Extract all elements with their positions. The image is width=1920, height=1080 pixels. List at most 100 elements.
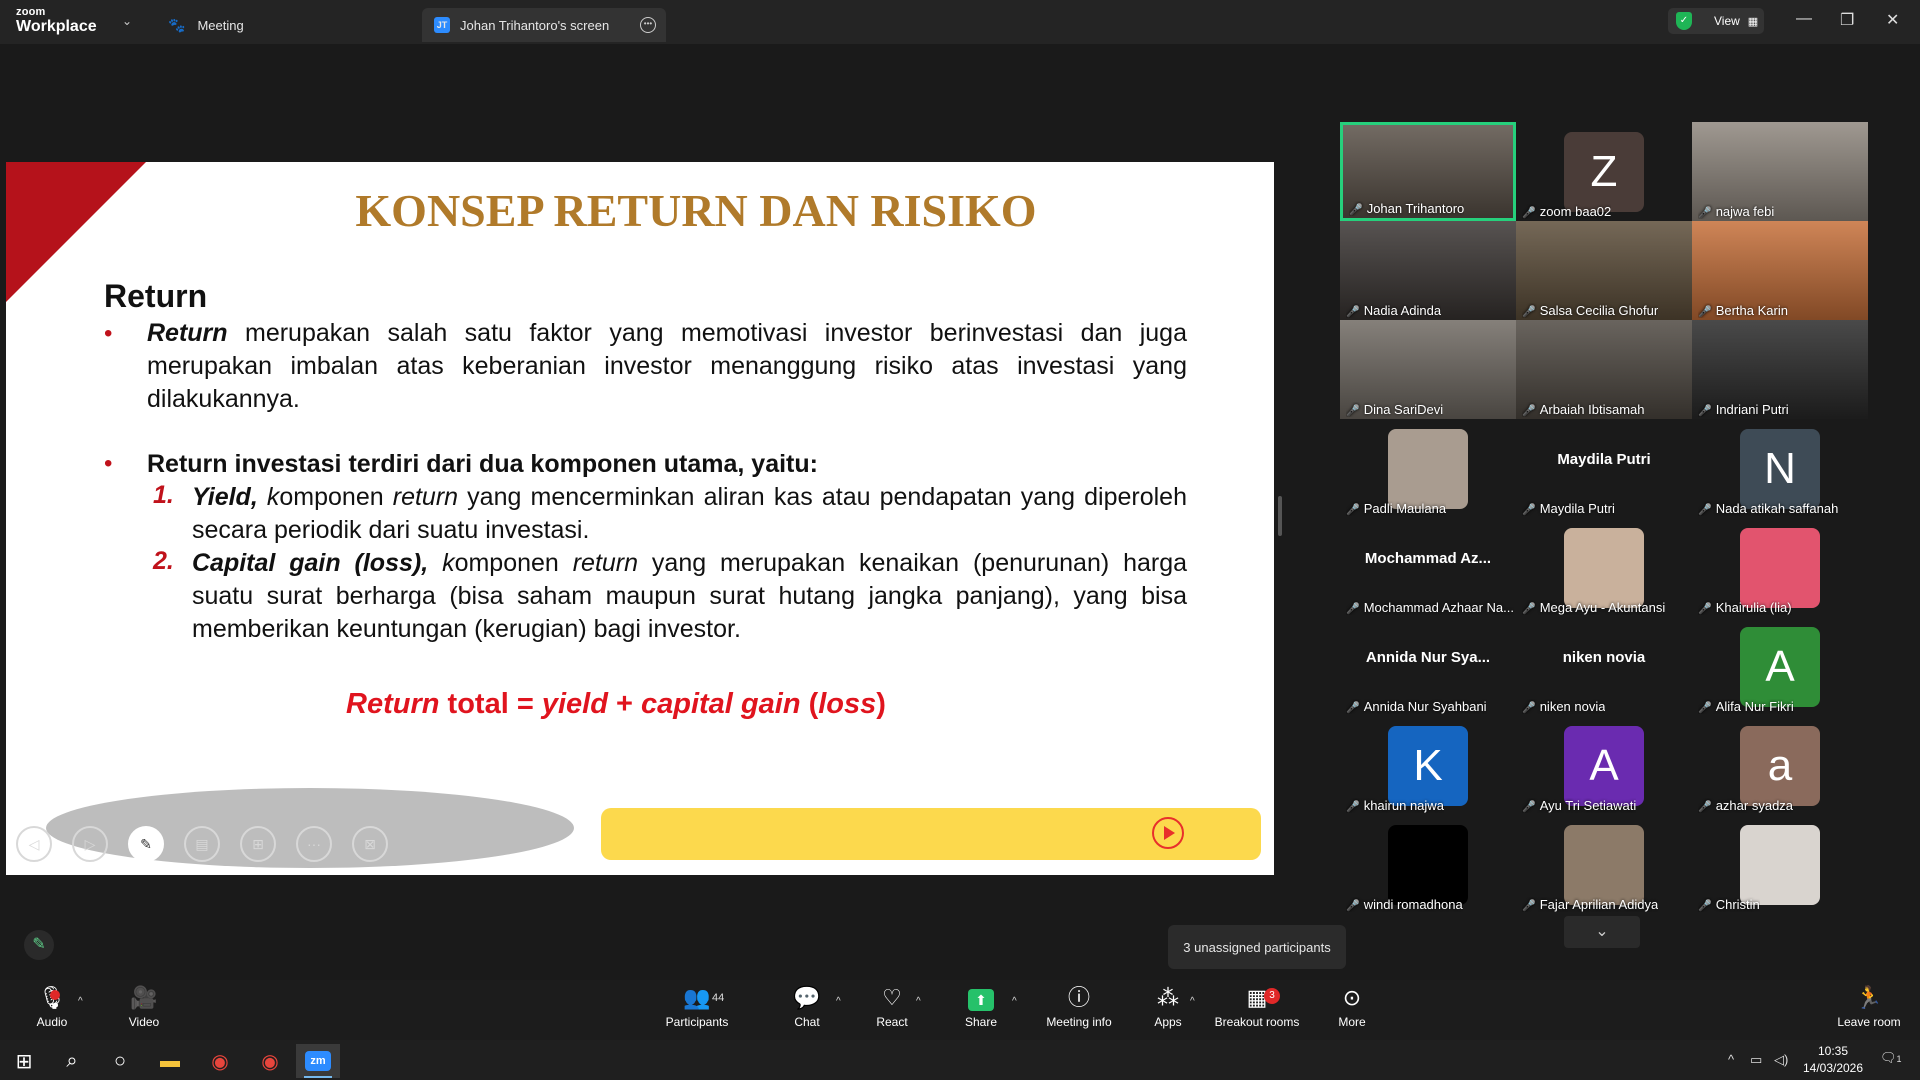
close-icon[interactable]: ✕	[1886, 10, 1899, 30]
participant-name-label: 🎤 niken novia	[1522, 699, 1605, 714]
network-icon[interactable]: ▭	[1750, 1052, 1762, 1068]
chat-button[interactable]: 💬 Chat	[788, 980, 826, 1040]
search-icon[interactable]: ⌕	[50, 1044, 94, 1078]
participant-tile[interactable]: A 🎤 Ayu Tri Setiawati	[1516, 716, 1692, 815]
chevron-down-icon[interactable]: ⌄	[122, 14, 132, 28]
participant-tile[interactable]: A 🎤 Alifa Nur Fikri	[1692, 617, 1868, 716]
apps-label: Apps	[1154, 1015, 1182, 1029]
item-number: 1.	[153, 481, 174, 509]
participant-tile[interactable]: 🎤 Khairulia (lia)	[1692, 518, 1868, 617]
more-options-icon[interactable]: •••	[640, 17, 656, 33]
participant-tile[interactable]: 🎤 windi romadhona	[1340, 815, 1516, 914]
participant-photo	[1388, 825, 1468, 905]
participant-tile[interactable]: Annida Nur Sya... 🎤 Annida Nur Syahbani	[1340, 617, 1516, 716]
paw-icon: 🐾	[168, 16, 186, 33]
participant-tile[interactable]: 🎤 Nadia Adinda	[1340, 221, 1516, 320]
mic-muted-icon: 🎤	[1698, 504, 1712, 516]
file-explorer-icon[interactable]: ▬	[148, 1044, 192, 1078]
participant-tile[interactable]: 🎤 najwa febi	[1692, 122, 1868, 221]
mouse-cursor-icon	[66, 597, 76, 615]
participant-tile[interactable]: 🎤 Johan Trihantoro	[1340, 122, 1516, 221]
participant-tile[interactable]: a 🎤 azhar syadza	[1692, 716, 1868, 815]
slide-sorter-icon[interactable]: ▤	[184, 826, 220, 862]
participant-tile[interactable]: 🎤 Fajar Aprilian Adidya	[1516, 815, 1692, 914]
participant-tile[interactable]: Z 🎤 zoom baa02	[1516, 122, 1692, 221]
meeting-info-button[interactable]: ⓘ Meeting info	[1042, 980, 1116, 1040]
zoom-taskbar-icon[interactable]: zm	[296, 1044, 340, 1078]
participant-tile[interactable]: 🎤 Christin	[1692, 815, 1868, 914]
participant-tile[interactable]: Maydila Putri 🎤 Maydila Putri	[1516, 419, 1692, 518]
view-label: View	[1714, 14, 1740, 28]
system-clock[interactable]: 10:35 14/03/2026	[1800, 1043, 1866, 1077]
task-view-icon[interactable]: ○	[98, 1044, 142, 1078]
more-options-icon[interactable]: ···	[296, 826, 332, 862]
play-icon[interactable]	[1152, 817, 1184, 849]
chat-icon: 💬	[793, 985, 821, 1010]
participant-name-label: 🎤 Nada atikah saffanah	[1698, 501, 1838, 516]
pane-resize-handle[interactable]	[1278, 496, 1282, 536]
tab-meeting[interactable]: 🐾 Meeting	[168, 8, 244, 42]
mic-muted-icon: 🎤	[1346, 405, 1360, 417]
title-bar: zoom Workplace ⌄ 🐾 Meeting JT Johan Trih…	[0, 0, 1920, 44]
gallery-scroll-down-icon[interactable]: ⌄	[1564, 916, 1640, 948]
participants-button[interactable]: 👥 Participants	[660, 980, 734, 1040]
minimize-icon[interactable]: —	[1796, 10, 1812, 28]
participant-name: Bertha Karin	[1715, 303, 1788, 318]
zoom-slide-icon[interactable]: ⊞	[240, 826, 276, 862]
audio-button[interactable]: 🎙 Audio	[30, 980, 74, 1040]
participants-count: 44	[712, 992, 725, 1004]
share-button[interactable]: ⬆ Share	[960, 980, 1002, 1040]
tab-shared-screen[interactable]: JT Johan Trihantoro's screen •••	[422, 8, 666, 42]
participant-tile[interactable]: 🎤 Padli Maulana	[1340, 419, 1516, 518]
mic-muted-icon: 🎤	[1522, 405, 1536, 417]
mic-muted-icon: 🎤	[1698, 801, 1712, 813]
mic-muted-icon: 🎤	[1698, 603, 1712, 615]
annotate-icon[interactable]: ✎	[24, 930, 54, 960]
react-options-caret-icon[interactable]: ^	[916, 996, 921, 1007]
leave-room-button[interactable]: 🏃 Leave room	[1834, 980, 1904, 1040]
participant-tile[interactable]: 🎤 Bertha Karin	[1692, 221, 1868, 320]
participant-tile[interactable]: Mochammad Az... 🎤 Mochammad Azhaar Na...	[1340, 518, 1516, 617]
item-yield: Yield, komponen return yang mencerminkan…	[192, 481, 1187, 547]
breakout-rooms-icon: ▦	[1246, 985, 1268, 1010]
participant-photo	[1388, 429, 1468, 509]
participant-tile[interactable]: 🎤 Arbaiah Ibtisamah	[1516, 320, 1692, 419]
chat-options-caret-icon[interactable]: ^	[836, 996, 841, 1007]
react-button[interactable]: ♡ React	[872, 980, 912, 1040]
participant-tile[interactable]: 🎤 Mega Ayu - Akuntansi	[1516, 518, 1692, 617]
pen-tool-icon[interactable]: ✎	[128, 826, 164, 862]
tray-expand-icon[interactable]: ^	[1728, 1052, 1734, 1067]
windows-start-icon[interactable]: ⊞	[2, 1044, 46, 1078]
restore-icon[interactable]: ❐	[1840, 10, 1854, 30]
chrome-icon[interactable]: ◉	[198, 1044, 242, 1078]
more-button[interactable]: ⊙ More	[1334, 980, 1370, 1040]
video-button[interactable]: 🎥 Video	[122, 980, 166, 1040]
participant-tile[interactable]: 🎤 Dina SariDevi	[1340, 320, 1516, 419]
participant-name-label: 🎤 Indriani Putri	[1698, 402, 1789, 417]
return-total-formula: Return total = yield + capital gain (los…	[6, 688, 1226, 721]
participant-tile[interactable]: 🎤 Indriani Putri	[1692, 320, 1868, 419]
apps-options-caret-icon[interactable]: ^	[1190, 996, 1195, 1007]
next-slide-icon[interactable]: ▷	[72, 826, 108, 862]
previous-slide-icon[interactable]: ◁	[16, 826, 52, 862]
breakout-rooms-button[interactable]: ▦ Breakout rooms	[1212, 980, 1302, 1040]
meeting-info-label: Meeting info	[1046, 1015, 1112, 1029]
chrome-profile-icon[interactable]: ◉	[248, 1044, 292, 1078]
share-options-caret-icon[interactable]: ^	[1012, 996, 1017, 1007]
notifications-icon[interactable]: 🗨1	[1880, 1050, 1902, 1066]
view-button[interactable]: ✓ View ▦	[1668, 8, 1764, 34]
formula-part: Return	[346, 688, 440, 720]
subtitles-icon[interactable]: ⊠	[352, 826, 388, 862]
apps-button[interactable]: ⁂ Apps	[1150, 980, 1186, 1040]
zoom-logo-text: zoom	[16, 6, 46, 18]
participant-tile[interactable]: niken novia 🎤 niken novia	[1516, 617, 1692, 716]
volume-icon[interactable]: ◁)	[1774, 1052, 1788, 1068]
participant-tile[interactable]: K 🎤 khairun najwa	[1340, 716, 1516, 815]
mic-muted-icon: 🎤	[1346, 306, 1360, 318]
mic-muted-icon: 🎤	[1346, 801, 1360, 813]
audio-options-caret-icon[interactable]: ^	[78, 996, 83, 1007]
mic-muted-icon: 🎤	[1346, 603, 1360, 615]
participant-tile[interactable]: 🎤 Salsa Cecilia Ghofur	[1516, 221, 1692, 320]
participant-tile[interactable]: N 🎤 Nada atikah saffanah	[1692, 419, 1868, 518]
formula-part: )	[876, 688, 886, 720]
